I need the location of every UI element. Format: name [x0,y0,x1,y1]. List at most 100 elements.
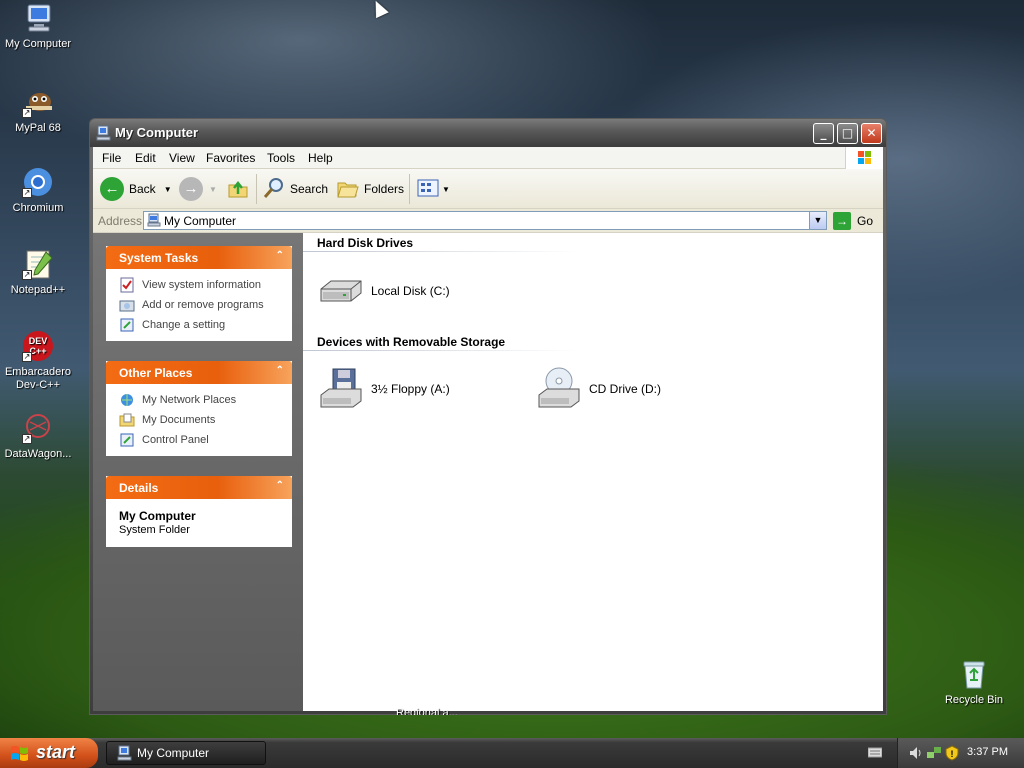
group-title-hard-disks: Hard Disk Drives [317,236,414,250]
drive-cd-d[interactable]: CD Drive (D:) [535,367,661,411]
desktop-icon-datawagon[interactable]: ↗ DataWagon... [0,412,76,461]
security-shield-icon[interactable]: ! [944,745,960,764]
task-pane: System Tasks ⌃ View system information A… [93,233,303,711]
menu-edit[interactable]: Edit [135,151,156,165]
back-dropdown-icon[interactable]: ▼ [164,185,172,194]
keyboard-icon[interactable] [867,746,883,761]
recycle-bin-icon [958,658,990,690]
other-places-header[interactable]: Other Places ⌃ [106,361,292,384]
forward-dropdown-icon: ▼ [209,184,217,194]
notepadpp-icon: ↗ [22,248,54,280]
other-places-title: Other Places [119,366,193,380]
taskbar-button-label: My Computer [137,746,210,760]
menu-file[interactable]: File [102,151,121,165]
menu-view[interactable]: View [169,151,195,165]
place-network-places[interactable]: My Network Places [119,390,292,410]
svg-text:C++: C++ [29,346,46,356]
up-folder-icon [226,176,250,203]
maximize-button[interactable]: □ [837,123,858,144]
taskbar-button-my-computer[interactable]: My Computer [106,741,266,765]
toolbar-separator [256,174,257,204]
desktop-icon-label: My Computer [4,38,72,50]
collapse-chevron-icon[interactable]: ⌃ [276,250,284,261]
details-title: Details [119,481,159,495]
desktop-icon-label: Chromium [12,202,64,214]
clock[interactable]: 3:37 PM [967,746,1008,758]
details-header[interactable]: Details ⌃ [106,476,292,499]
network-icon[interactable] [926,745,942,764]
control-panel-icon [119,317,135,333]
my-documents-icon [119,412,135,428]
details-name: My Computer [119,509,196,523]
search-icon [262,176,286,203]
task-change-setting[interactable]: Change a setting [119,315,292,335]
forward-arrow-icon: → [179,177,203,201]
collapse-chevron-icon[interactable]: ⌃ [276,365,284,376]
toolbar: ← Back ▼ → ▼ Search Folders ▼ [93,169,883,209]
hidden-desktop-label: Regional a... [396,707,458,715]
desktop-icon-devcpp[interactable]: DEV C++ ↗ Embarcadero Dev-C++ [0,330,76,392]
drive-label: Local Disk (C:) [371,284,450,298]
system-tasks-title: System Tasks [119,251,199,265]
toolbar-separator [409,174,410,204]
cd-drive-icon [535,367,583,411]
content-area: Hard Disk Drives Local Disk (C:) Devices… [303,233,883,711]
up-folder-button[interactable] [226,175,250,203]
task-view-system-info[interactable]: View system information [119,275,292,295]
desktop-icon-mypal[interactable]: ↗ MyPal 68 [0,86,76,135]
explorer-window: My Computer _ □ ✕ File Edit View Favorit… [89,118,887,715]
address-input[interactable]: My Computer ▼ [143,211,827,230]
drive-floppy-a[interactable]: 3½ Floppy (A:) [317,367,450,411]
windows-logo-icon [845,147,883,169]
go-button[interactable]: → Go [833,212,873,230]
desktop-icon-label: DataWagon... [4,448,72,460]
back-button[interactable]: ← Back ▼ [100,175,172,203]
task-label: Change a setting [142,319,226,331]
system-info-icon [119,277,135,293]
minimize-button[interactable]: _ [813,123,834,144]
chromium-icon: ↗ [22,166,54,198]
window-title: My Computer [115,125,199,140]
place-control-panel[interactable]: Control Panel [119,430,292,450]
desktop-icon-label: Recycle Bin [944,694,1004,706]
shortcut-arrow-icon: ↗ [22,108,32,118]
desktop-icon-my-computer[interactable]: My Computer [0,2,76,51]
menu-help[interactable]: Help [308,151,333,165]
shortcut-arrow-icon: ↗ [22,352,32,362]
place-my-documents[interactable]: My Documents [119,410,292,430]
forward-button[interactable]: → ▼ [179,175,217,203]
address-bar: Address My Computer ▼ → Go [93,209,883,233]
add-remove-programs-icon [119,297,135,313]
views-dropdown-icon: ▼ [442,184,450,194]
views-button[interactable]: ▼ [416,175,450,203]
system-tray: ! 3:37 PM [897,738,1024,768]
search-button[interactable]: Search [262,175,328,203]
group-title-removable: Devices with Removable Storage [317,335,506,349]
volume-icon[interactable] [908,745,924,764]
folders-icon [336,176,360,203]
menu-favorites[interactable]: Favorites [206,151,255,165]
desktop-icon-label: Embarcadero Dev-C++ [4,366,72,391]
desktop-icon-chromium[interactable]: ↗ Chromium [0,166,76,215]
close-button[interactable]: ✕ [861,123,882,144]
folders-button[interactable]: Folders [336,175,404,203]
computer-icon [22,2,54,34]
desktop-icon-recycle-bin[interactable]: Recycle Bin [936,658,1012,707]
drive-local-disk-c[interactable]: Local Disk (C:) [317,269,450,313]
desktop-icon-notepadpp[interactable]: ↗ Notepad++ [0,248,76,297]
system-tasks-header[interactable]: System Tasks ⌃ [106,246,292,269]
title-bar[interactable]: My Computer _ □ ✕ [90,119,886,147]
hard-disk-icon [317,269,365,313]
start-button[interactable]: start [0,738,98,768]
back-arrow-icon: ← [100,177,124,201]
desktop-icon-label: MyPal 68 [15,122,61,134]
my-computer-small-icon [96,125,112,141]
collapse-chevron-icon[interactable]: ⌃ [276,480,284,491]
group-divider [303,251,579,252]
folders-label: Folders [364,182,405,196]
task-add-remove-programs[interactable]: Add or remove programs [119,295,292,315]
menu-tools[interactable]: Tools [267,151,295,165]
views-icon [416,176,440,203]
task-label: Add or remove programs [142,299,264,311]
address-dropdown-icon[interactable]: ▼ [809,212,826,229]
